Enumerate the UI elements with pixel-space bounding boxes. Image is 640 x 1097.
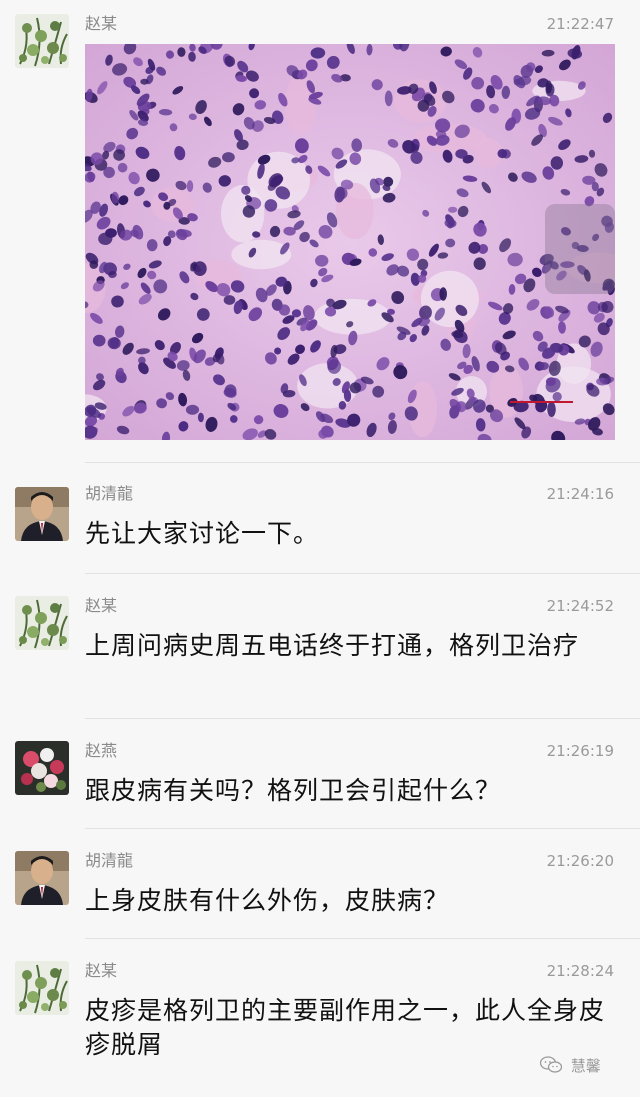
message-text: 先让大家讨论一下。 bbox=[85, 519, 320, 548]
message-time: 21:26:19 bbox=[546, 742, 614, 760]
avatar[interactable] bbox=[15, 487, 69, 541]
watermark: 慧馨 bbox=[539, 1055, 601, 1078]
message-time: 21:24:16 bbox=[546, 485, 614, 503]
message-time: 21:28:24 bbox=[546, 962, 614, 980]
avatar[interactable] bbox=[15, 851, 69, 905]
message-time: 21:26:20 bbox=[546, 852, 614, 870]
sender-name: 赵燕 bbox=[85, 741, 118, 760]
wechat-bubble-icon bbox=[539, 1055, 563, 1078]
message-text: 皮疹是格列卫的主要副作用之一，此人全身皮疹脱屑 bbox=[85, 996, 606, 1059]
avatar[interactable] bbox=[15, 961, 69, 1015]
sender-name: 胡清龍 bbox=[85, 851, 134, 870]
message-text: 上周问病史周五电话终于打通，格列卫治疗 bbox=[85, 631, 580, 660]
avatar[interactable] bbox=[15, 741, 69, 795]
message-item: 胡清龍 21:26:20 上身皮肤有什么外伤，皮肤病？ bbox=[0, 829, 640, 939]
message-time: 21:24:52 bbox=[546, 597, 614, 615]
message-item: 赵某 21:24:52 上周问病史周五电话终于打通，格列卫治疗 bbox=[0, 574, 640, 719]
avatar[interactable] bbox=[15, 14, 69, 68]
message-item: 赵燕 21:26:19 跟皮病有关吗？格列卫会引起什么？ bbox=[0, 719, 640, 829]
sender-name: 赵某 bbox=[85, 596, 118, 615]
message-text: 上身皮肤有什么外伤，皮肤病？ bbox=[85, 886, 450, 915]
message-time: 21:22:47 bbox=[546, 15, 614, 33]
message-text: 跟皮病有关吗？格列卫会引起什么？ bbox=[85, 776, 502, 805]
watermark-text: 慧馨 bbox=[570, 1057, 601, 1075]
sender-name: 赵某 bbox=[85, 961, 118, 980]
avatar[interactable] bbox=[15, 596, 69, 650]
histology-image[interactable] bbox=[85, 44, 615, 440]
message-item: 胡清龍 21:24:16 先让大家讨论一下。 bbox=[0, 462, 640, 574]
sender-name: 胡清龍 bbox=[85, 484, 134, 503]
sender-name: 赵某 bbox=[85, 14, 118, 33]
message-item: 赵某 21:22:47 bbox=[0, 0, 640, 463]
